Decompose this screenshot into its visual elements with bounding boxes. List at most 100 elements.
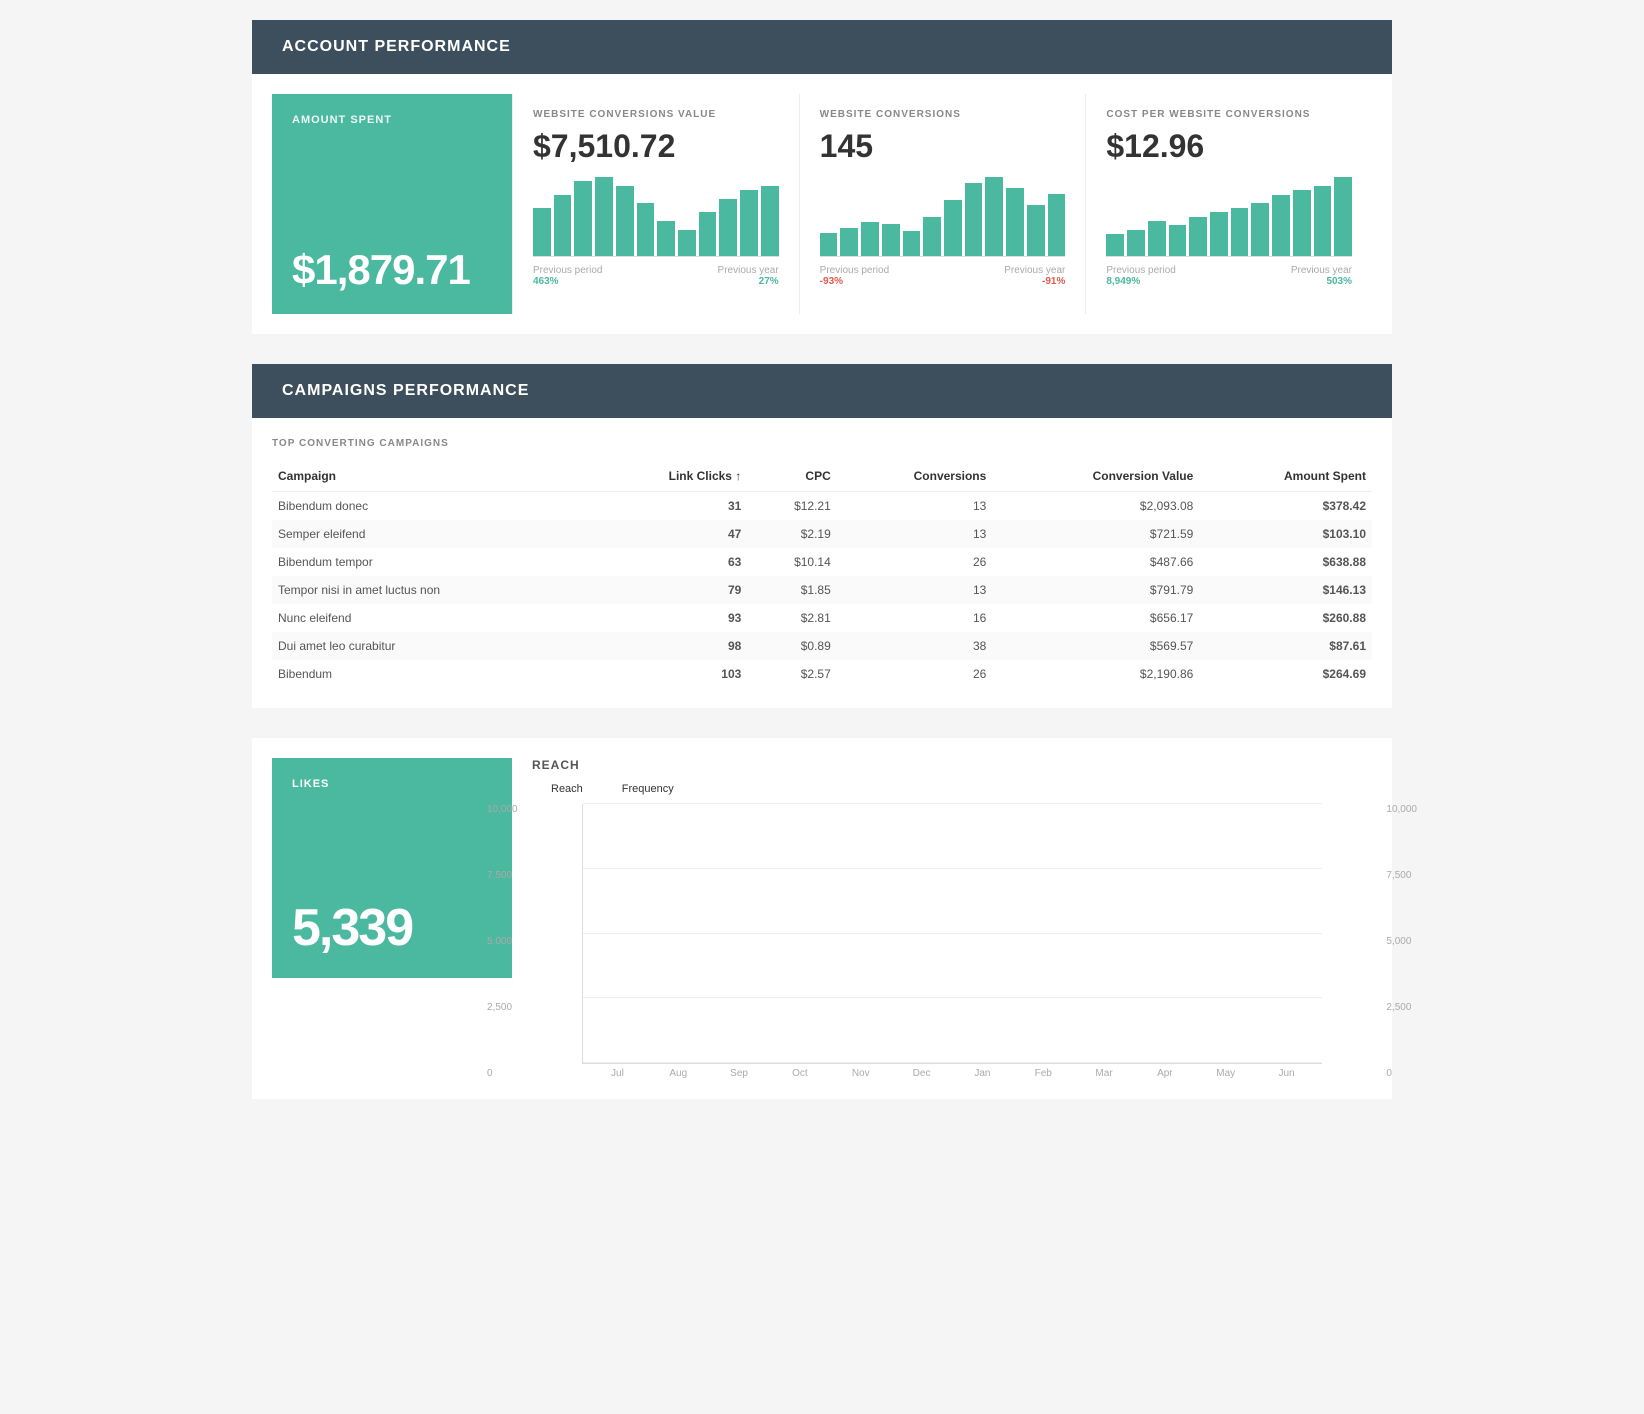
cell-conversions: 13 — [837, 576, 993, 604]
cell-amount-spent: $638.88 — [1199, 548, 1372, 576]
amount-spent-value: $1,879.71 — [292, 216, 492, 294]
account-performance-title: ACCOUNT PERFORMANCE — [282, 38, 511, 55]
cell-conversion-value: $2,190.86 — [992, 660, 1199, 688]
x-label: Dec — [894, 1068, 949, 1079]
reach-chart-wrapper: 10,0007,5005,0002,5000 JulAugSepOctNovDe… — [532, 804, 1372, 1079]
top-converting-label: TOP CONVERTING CAMPAIGNS — [272, 438, 1372, 449]
cell-conversions: 13 — [837, 492, 993, 521]
x-label: Aug — [651, 1068, 706, 1079]
table-row: Bibendum tempor 63 $10.14 26 $487.66 $63… — [272, 548, 1372, 576]
wcv-footer: Previous period 463% Previous year 27% — [533, 265, 779, 287]
website-conversions-value-card: WEBSITE CONVERSIONS VALUE $7,510.72 Prev… — [512, 94, 799, 314]
y-label: 7,500 — [487, 870, 518, 881]
col-amount-spent: Amount Spent — [1199, 461, 1372, 492]
cell-campaign: Dui amet leo curabitur — [272, 632, 592, 660]
cell-amount-spent: $87.61 — [1199, 632, 1372, 660]
cell-conversions: 38 — [837, 632, 993, 660]
cell-campaign: Nunc eleifend — [272, 604, 592, 632]
table-header-row: Campaign Link Clicks ↑ CPC Conversions C… — [272, 461, 1372, 492]
legend-reach-label: Reach — [551, 783, 583, 795]
y-label: 2,500 — [487, 1002, 518, 1013]
cell-conversions: 26 — [837, 548, 993, 576]
cell-link-clicks: 63 — [592, 548, 748, 576]
campaigns-performance-header: CAMPAIGNS PERFORMANCE — [252, 364, 1392, 418]
cell-amount-spent: $264.69 — [1199, 660, 1372, 688]
cpwc-chart — [1106, 177, 1352, 257]
likes-value: 5,339 — [292, 868, 492, 958]
cpwc-prev-period: Previous period 8,949% — [1106, 265, 1175, 287]
cell-conversion-value: $569.57 — [992, 632, 1199, 660]
cell-amount-spent: $378.42 — [1199, 492, 1372, 521]
wcv-value: $7,510.72 — [533, 128, 779, 165]
table-row: Dui amet leo curabitur 98 $0.89 38 $569.… — [272, 632, 1372, 660]
account-performance-header: ACCOUNT PERFORMANCE — [252, 20, 1392, 74]
wc-label: WEBSITE CONVERSIONS — [820, 109, 1066, 120]
wcv-prev-period-value: 463% — [533, 276, 559, 287]
wcv-prev-period: Previous period 463% — [533, 265, 602, 287]
cell-conversion-value: $487.66 — [992, 548, 1199, 576]
campaigns-table: Campaign Link Clicks ↑ CPC Conversions C… — [272, 461, 1372, 688]
y-label-right: 10,000 — [1386, 804, 1417, 815]
wc-prev-period-value: -93% — [820, 276, 843, 287]
cpwc-footer: Previous period 8,949% Previous year 503… — [1106, 265, 1352, 287]
table-row: Semper eleifend 47 $2.19 13 $721.59 $103… — [272, 520, 1372, 548]
x-label: May — [1198, 1068, 1253, 1079]
x-labels: JulAugSepOctNovDecJanFebMarAprMayJun — [582, 1064, 1322, 1079]
amount-spent-label: AMOUNT SPENT — [292, 114, 492, 126]
reach-chart — [582, 804, 1322, 1064]
freq-dot — [603, 782, 617, 796]
y-label-right: 5,000 — [1386, 936, 1417, 947]
table-row: Tempor nisi in amet luctus non 79 $1.85 … — [272, 576, 1372, 604]
likes-card: LIKES 5,339 — [272, 758, 512, 978]
wcv-prev-year-value: 27% — [759, 276, 779, 287]
y-label-right: 2,500 — [1386, 1002, 1417, 1013]
cell-link-clicks: 79 — [592, 576, 748, 604]
cell-cpc: $1.85 — [747, 576, 836, 604]
cell-conversion-value: $656.17 — [992, 604, 1199, 632]
y-label: 5,000 — [487, 936, 518, 947]
x-label: Feb — [1016, 1068, 1071, 1079]
cpwc-label: COST PER WEBSITE CONVERSIONS — [1106, 109, 1352, 120]
cpwc-prev-period-value: 8,949% — [1106, 276, 1140, 287]
cell-link-clicks: 98 — [592, 632, 748, 660]
y-label-right: 7,500 — [1386, 870, 1417, 881]
cell-campaign: Tempor nisi in amet luctus non — [272, 576, 592, 604]
wc-value: 145 — [820, 128, 1066, 165]
cell-conversion-value: $2,093.08 — [992, 492, 1199, 521]
x-label: Jul — [590, 1068, 645, 1079]
cell-cpc: $10.14 — [747, 548, 836, 576]
cell-amount-spent: $260.88 — [1199, 604, 1372, 632]
reach-legend: Reach Frequency — [532, 782, 1372, 796]
reach-title: REACH — [532, 758, 1372, 772]
y-label: 10,000 — [487, 804, 518, 815]
wc-prev-year: Previous year -91% — [1004, 265, 1065, 287]
cell-link-clicks: 103 — [592, 660, 748, 688]
col-conversions: Conversions — [837, 461, 993, 492]
wc-chart — [820, 177, 1066, 257]
x-label: Sep — [712, 1068, 767, 1079]
cell-campaign: Bibendum donec — [272, 492, 592, 521]
wcv-chart — [533, 177, 779, 257]
y-label: 0 — [487, 1068, 518, 1079]
reach-dot — [532, 782, 546, 796]
legend-freq-label: Frequency — [622, 783, 674, 795]
likes-label: LIKES — [292, 778, 492, 790]
col-link-clicks: Link Clicks ↑ — [592, 461, 748, 492]
bottom-section: LIKES 5,339 REACH Reach Frequency 10,000… — [252, 738, 1392, 1099]
cell-conversions: 16 — [837, 604, 993, 632]
cell-cpc: $12.21 — [747, 492, 836, 521]
reach-bars — [583, 804, 1322, 1063]
cpwc-prev-year-value: 503% — [1326, 276, 1352, 287]
wc-prev-year-value: -91% — [1042, 276, 1065, 287]
table-row: Nunc eleifend 93 $2.81 16 $656.17 $260.8… — [272, 604, 1372, 632]
cell-link-clicks: 31 — [592, 492, 748, 521]
wcv-label: WEBSITE CONVERSIONS VALUE — [533, 109, 779, 120]
cell-cpc: $0.89 — [747, 632, 836, 660]
y-label-right: 0 — [1386, 1068, 1417, 1079]
cell-conversions: 13 — [837, 520, 993, 548]
cell-cpc: $2.81 — [747, 604, 836, 632]
table-row: Bibendum 103 $2.57 26 $2,190.86 $264.69 — [272, 660, 1372, 688]
campaigns-section: TOP CONVERTING CAMPAIGNS Campaign Link C… — [252, 418, 1392, 708]
cell-link-clicks: 93 — [592, 604, 748, 632]
cell-cpc: $2.19 — [747, 520, 836, 548]
